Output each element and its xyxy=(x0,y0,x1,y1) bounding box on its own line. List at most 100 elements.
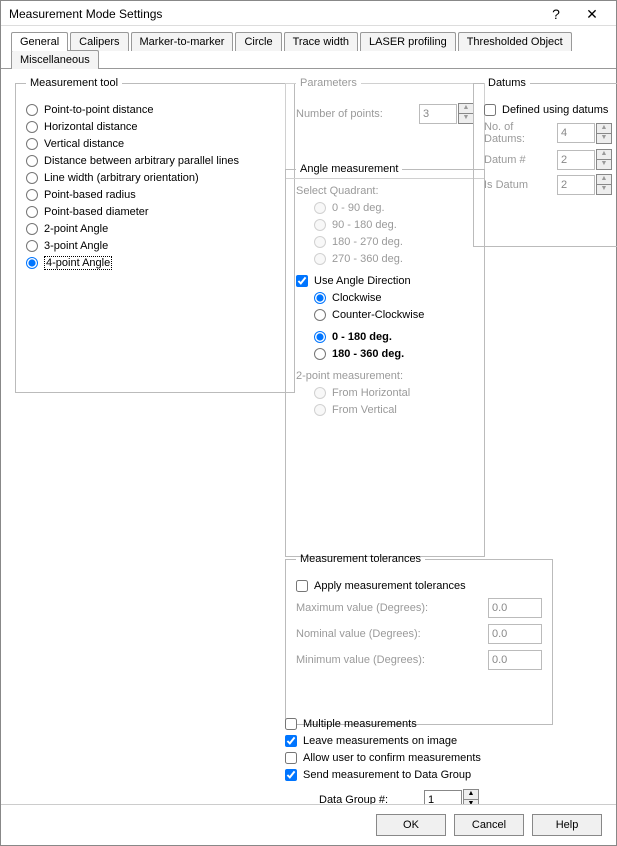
tolerance-label: Minimum value (Degrees): xyxy=(296,654,425,666)
send-to-datagroup-checkbox[interactable] xyxy=(285,769,297,781)
datums-legend: Datums xyxy=(484,77,530,89)
datum-spinner: ▲▼ xyxy=(596,149,612,170)
quadrant-radio xyxy=(314,219,326,231)
multiple-measurements-label: Multiple measurements xyxy=(303,718,417,730)
range-radio[interactable] xyxy=(314,331,326,343)
two-point-label: 2-point measurement: xyxy=(296,370,474,382)
tool-radio[interactable] xyxy=(26,240,38,252)
tab-circle[interactable]: Circle xyxy=(235,32,281,51)
tool-radio[interactable] xyxy=(26,104,38,116)
tool-radio-label: 3-point Angle xyxy=(44,240,108,252)
datum-input xyxy=(557,123,595,143)
tool-radio-label: Point-based radius xyxy=(44,189,136,201)
range-label: 180 - 360 deg. xyxy=(332,348,404,360)
datum-input xyxy=(557,150,595,170)
parameters-legend: Parameters xyxy=(296,77,361,89)
apply-tolerances-checkbox[interactable] xyxy=(296,580,308,592)
datums-group: Datums Defined using datums No. of Datum… xyxy=(473,77,617,247)
tool-radio[interactable] xyxy=(26,223,38,235)
num-points-label: Number of points: xyxy=(296,108,383,120)
quadrant-radio xyxy=(314,236,326,248)
quadrant-label: 90 - 180 deg. xyxy=(332,219,397,231)
tool-radio[interactable] xyxy=(26,172,38,184)
direction-label: Clockwise xyxy=(332,292,382,304)
tab-miscellaneous[interactable]: Miscellaneous xyxy=(11,50,99,69)
confirm-measurements-checkbox[interactable] xyxy=(285,752,297,764)
quadrant-radio xyxy=(314,202,326,214)
datum-label: No. of Datums: xyxy=(484,121,557,145)
angle-measurement-group: Angle measurement Select Quadrant: 0 - 9… xyxy=(285,163,485,557)
tab-general[interactable]: General xyxy=(11,32,68,51)
range-label: 0 - 180 deg. xyxy=(332,331,392,343)
tolerance-label: Maximum value (Degrees): xyxy=(296,602,428,614)
direction-label: Counter-Clockwise xyxy=(332,309,424,321)
two-point-label-option: From Vertical xyxy=(332,404,397,416)
datum-label: Datum # xyxy=(484,154,526,166)
use-angle-direction-checkbox[interactable] xyxy=(296,275,308,287)
tool-radio-label: Vertical distance xyxy=(44,138,124,150)
angle-legend: Angle measurement xyxy=(296,163,402,175)
direction-radio[interactable] xyxy=(314,292,326,304)
range-radio[interactable] xyxy=(314,348,326,360)
leave-on-image-checkbox[interactable] xyxy=(285,735,297,747)
apply-tolerances-label: Apply measurement tolerances xyxy=(314,580,466,592)
tool-radio[interactable] xyxy=(26,155,38,167)
tool-radio[interactable] xyxy=(26,206,38,218)
use-angle-direction-label: Use Angle Direction xyxy=(314,275,411,287)
tab-marker-to-marker[interactable]: Marker-to-marker xyxy=(131,32,234,51)
send-to-datagroup-label: Send measurement to Data Group xyxy=(303,769,471,781)
tool-radio-label: 4-point Angle xyxy=(44,257,112,269)
two-point-radio xyxy=(314,404,326,416)
help-icon[interactable]: ? xyxy=(538,3,574,25)
leave-on-image-label: Leave measurements on image xyxy=(303,735,457,747)
tab-calipers[interactable]: Calipers xyxy=(70,32,128,51)
measurement-tool-group: Measurement tool Point-to-point distance… xyxy=(15,77,295,393)
tolerance-input xyxy=(488,624,542,644)
datum-spinner: ▲▼ xyxy=(596,174,612,195)
title-bar: Measurement Mode Settings ? ✕ xyxy=(1,1,616,26)
num-points-spinner: ▲▼ xyxy=(458,103,474,124)
tool-radio[interactable] xyxy=(26,257,38,269)
two-point-label-option: From Horizontal xyxy=(332,387,410,399)
multiple-measurements-checkbox[interactable] xyxy=(285,718,297,730)
tool-radio-label: Point-based diameter xyxy=(44,206,149,218)
tab-strip: GeneralCalipersMarker-to-markerCircleTra… xyxy=(1,26,616,69)
quadrant-label: 270 - 360 deg. xyxy=(332,253,403,265)
tool-radio[interactable] xyxy=(26,189,38,201)
bottom-options: Multiple measurements Leave measurements… xyxy=(285,713,545,814)
tolerances-legend: Measurement tolerances xyxy=(296,553,425,565)
confirm-measurements-label: Allow user to confirm measurements xyxy=(303,752,481,764)
defined-using-datums-checkbox[interactable] xyxy=(484,104,496,116)
two-point-radio xyxy=(314,387,326,399)
tab-thresholded-object[interactable]: Thresholded Object xyxy=(458,32,572,51)
tool-radio-label: Point-to-point distance xyxy=(44,104,153,116)
close-icon[interactable]: ✕ xyxy=(574,3,610,25)
window-title: Measurement Mode Settings xyxy=(9,3,162,25)
tool-radio-label: Line width (arbitrary orientation) xyxy=(44,172,199,184)
tab-laser-profiling[interactable]: LASER profiling xyxy=(360,32,456,51)
tolerance-input xyxy=(488,650,542,670)
direction-radio[interactable] xyxy=(314,309,326,321)
tab-trace-width[interactable]: Trace width xyxy=(284,32,358,51)
tolerances-group: Measurement tolerances Apply measurement… xyxy=(285,553,553,725)
datum-label: Is Datum xyxy=(484,179,528,191)
quadrant-radio xyxy=(314,253,326,265)
datum-spinner: ▲▼ xyxy=(596,123,612,144)
select-quadrant-label: Select Quadrant: xyxy=(296,185,474,197)
cancel-button[interactable]: Cancel xyxy=(454,814,524,836)
tool-radio-label: Distance between arbitrary parallel line… xyxy=(44,155,239,167)
tool-radio[interactable] xyxy=(26,121,38,133)
tool-radio-label: Horizontal distance xyxy=(44,121,138,133)
tolerance-label: Nominal value (Degrees): xyxy=(296,628,421,640)
measurement-tool-legend: Measurement tool xyxy=(26,77,122,89)
tool-radio-label: 2-point Angle xyxy=(44,223,108,235)
quadrant-label: 180 - 270 deg. xyxy=(332,236,403,248)
help-button[interactable]: Help xyxy=(532,814,602,836)
num-points-input xyxy=(419,104,457,124)
ok-button[interactable]: OK xyxy=(376,814,446,836)
dialog-footer: OK Cancel Help xyxy=(1,804,616,845)
quadrant-label: 0 - 90 deg. xyxy=(332,202,385,214)
defined-using-datums-label: Defined using datums xyxy=(502,104,608,116)
datum-input xyxy=(557,175,595,195)
tool-radio[interactable] xyxy=(26,138,38,150)
